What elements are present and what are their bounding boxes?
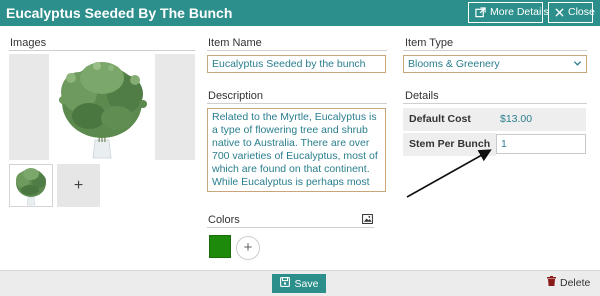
chevron-down-icon xyxy=(573,59,582,71)
main-image-canvas xyxy=(49,54,155,160)
close-icon xyxy=(555,8,564,17)
more-details-label: More Details xyxy=(490,6,549,18)
external-link-icon xyxy=(475,7,486,18)
detail-key: Stem Per Bunch xyxy=(403,133,496,156)
description-text: Related to the Myrtle, Eucalyptus is a t… xyxy=(212,111,378,191)
modal-title: Eucalyptus Seeded By The Bunch xyxy=(6,5,233,21)
main-product-image[interactable] xyxy=(9,54,195,160)
item-type-label: Item Type xyxy=(405,37,454,49)
item-type-selected-value: Blooms & Greenery xyxy=(408,58,500,70)
description-label: Description xyxy=(208,90,264,102)
delete-button[interactable]: Delete xyxy=(547,276,590,289)
item-type-select[interactable]: Blooms & Greenery xyxy=(403,55,587,73)
image-thumbnail[interactable] xyxy=(9,164,53,207)
item-type-divider xyxy=(403,50,587,51)
detail-row-stem-per-bunch: Stem Per Bunch 1 xyxy=(403,133,586,156)
item-name-input[interactable]: Eucalyptus Seeded by the bunch xyxy=(207,55,386,73)
colors-section-label: Colors xyxy=(208,214,240,226)
more-details-button[interactable]: More Details xyxy=(468,2,549,23)
detail-key: Default Cost xyxy=(403,108,496,131)
stem-per-bunch-input[interactable]: 1 xyxy=(496,134,586,154)
item-name-label: Item Name xyxy=(208,37,262,49)
colors-divider xyxy=(207,227,374,228)
details-section-label: Details xyxy=(405,90,439,102)
images-divider xyxy=(9,50,195,51)
description-textarea[interactable]: Related to the Myrtle, Eucalyptus is a t… xyxy=(207,108,386,192)
default-cost-value: $13.00 xyxy=(496,108,586,131)
images-section-label: Images xyxy=(10,37,47,49)
add-color-button[interactable]: + xyxy=(236,236,260,260)
save-button[interactable]: Save xyxy=(272,274,326,293)
close-label: Close xyxy=(568,6,595,18)
save-label: Save xyxy=(294,277,319,290)
eucalyptus-bouquet-image xyxy=(59,62,147,159)
thumbnail-bouquet-image xyxy=(10,165,52,206)
image-icon[interactable] xyxy=(362,214,373,227)
modal-footer: Save Delete xyxy=(0,270,600,296)
add-image-button[interactable]: + xyxy=(57,164,100,207)
item-name-divider xyxy=(207,50,387,51)
delete-label: Delete xyxy=(560,276,591,289)
detail-row-default-cost: Default Cost $13.00 xyxy=(403,108,586,131)
trash-icon xyxy=(547,276,556,289)
color-swatch[interactable] xyxy=(209,235,231,258)
close-button[interactable]: Close xyxy=(548,2,595,23)
description-divider xyxy=(207,103,387,104)
details-divider xyxy=(403,103,587,104)
save-icon xyxy=(279,277,290,290)
modal-header: Eucalyptus Seeded By The Bunch More Deta… xyxy=(0,0,600,26)
